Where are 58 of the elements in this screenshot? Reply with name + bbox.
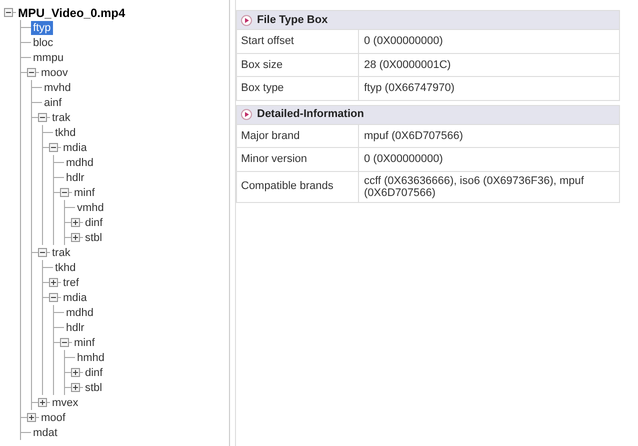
tree-node[interactable]: vmhd xyxy=(75,200,106,214)
expand-icon[interactable] xyxy=(71,383,80,392)
collapse-icon[interactable] xyxy=(4,8,13,17)
tree-node[interactable]: mdia xyxy=(61,140,89,154)
expand-icon[interactable] xyxy=(38,398,47,407)
property-value: ccff (0X63636666), iso6 (0X69736F36), mpuf (0X6D707566) xyxy=(363,174,585,200)
tree-node[interactable]: mdia xyxy=(61,290,89,304)
property-label: Start offset xyxy=(237,30,359,52)
tree-node[interactable]: tref xyxy=(61,276,81,290)
property-value: ftyp (0X66747970) xyxy=(363,81,456,96)
collapse-icon[interactable] xyxy=(60,188,69,197)
expand-icon[interactable] xyxy=(71,218,80,227)
property-label: Box type xyxy=(237,77,359,100)
property-label: Major brand xyxy=(237,124,359,147)
expand-icon[interactable] xyxy=(27,413,36,422)
collapse-icon[interactable] xyxy=(60,338,69,347)
property-label: Compatible brands xyxy=(237,172,359,202)
tree-node[interactable]: mvex xyxy=(50,396,80,410)
tree-node[interactable]: bloc xyxy=(31,36,56,50)
tree-node[interactable]: trak xyxy=(50,246,72,260)
tree-node[interactable]: hmhd xyxy=(75,350,107,364)
tree-node[interactable]: hdlr xyxy=(64,170,86,184)
tree-node[interactable]: moof xyxy=(39,410,68,424)
collapse-icon[interactable] xyxy=(49,143,58,152)
property-value: 0 (0X00000000) xyxy=(363,152,444,168)
section-title: Detailed-Information xyxy=(257,107,364,122)
collapse-icon[interactable] xyxy=(38,113,47,122)
collapse-icon[interactable] xyxy=(27,68,36,77)
expand-icon[interactable] xyxy=(71,368,80,377)
tree-node[interactable]: mdhd xyxy=(64,306,96,320)
tree-node[interactable]: trak xyxy=(50,110,72,124)
property-value: 0 (0X00000000) xyxy=(363,34,444,50)
tree-node[interactable]: mdat xyxy=(31,426,60,440)
tree-node[interactable]: tkhd xyxy=(53,260,78,274)
tree-node[interactable]: ainf xyxy=(42,96,64,110)
expand-icon[interactable] xyxy=(49,278,58,287)
tree-node[interactable]: tkhd xyxy=(53,126,78,140)
expand-icon[interactable] xyxy=(71,233,80,242)
tree-node[interactable]: stbl xyxy=(83,380,104,394)
property-label: Minor version xyxy=(237,148,359,170)
tree-node[interactable]: mvhd xyxy=(42,80,73,94)
tree-node[interactable]: minf xyxy=(72,336,97,350)
tree-node[interactable]: ftyp xyxy=(31,20,53,34)
tree-node[interactable]: hdlr xyxy=(64,320,86,334)
tree-node[interactable]: dinf xyxy=(83,366,105,380)
property-value: 28 (0X0000001C) xyxy=(363,58,452,73)
collapse-icon[interactable] xyxy=(49,293,58,302)
tree-node[interactable]: dinf xyxy=(83,216,105,230)
property-label: Box size xyxy=(237,54,359,76)
tree-node[interactable]: stbl xyxy=(83,230,104,244)
collapse-icon[interactable] xyxy=(38,248,47,257)
tree-node[interactable]: mdhd xyxy=(64,156,96,170)
tree-node[interactable]: mmpu xyxy=(31,50,66,64)
property-value: mpuf (0X6D707566) xyxy=(363,128,464,144)
tree-node[interactable]: moov xyxy=(39,66,70,80)
tree-node[interactable]: MPU_Video_0.mp4 xyxy=(16,6,128,20)
tree-node[interactable]: minf xyxy=(72,186,97,200)
section-title: File Type Box xyxy=(257,12,328,28)
